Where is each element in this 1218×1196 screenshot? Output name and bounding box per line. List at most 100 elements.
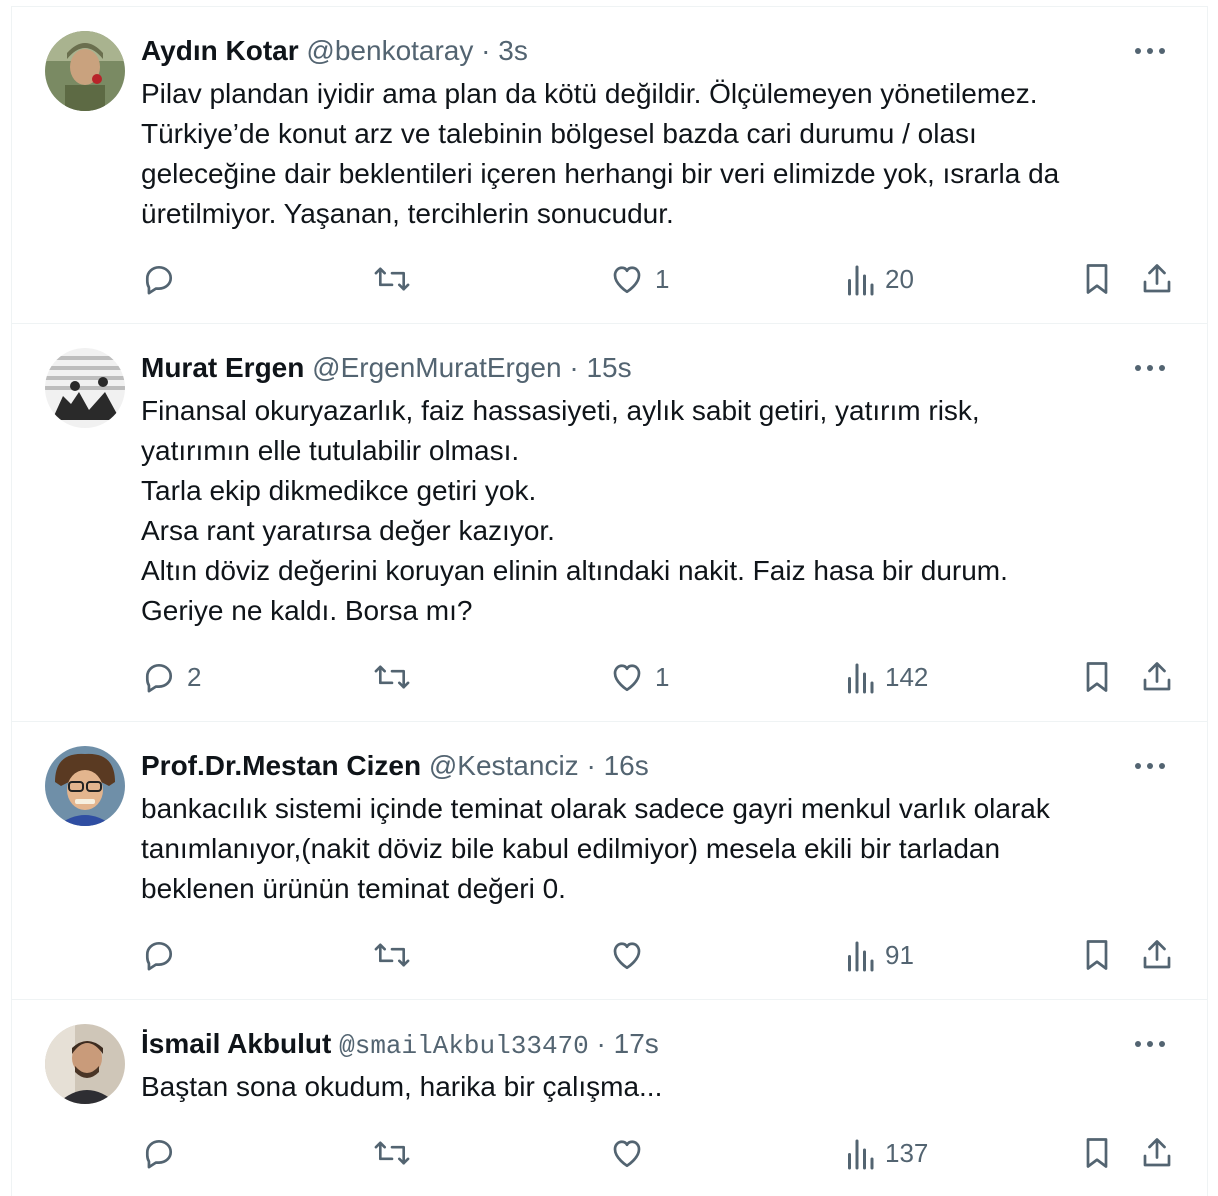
tweet-header: Aydın Kotar @benkotaray · 3s [141,31,528,71]
avatar[interactable] [45,1024,125,1104]
action-bar: 2 1 142 [141,657,1181,697]
tweet-text-line: Arsa rant yaratırsa değer kazıyor. [141,515,555,546]
tweet[interactable]: Murat Ergen @ErgenMuratErgen · 15s Finan… [12,324,1208,722]
reply-icon [145,663,173,693]
author-name[interactable]: Prof.Dr.Mestan Cizen [141,750,421,781]
reply-button[interactable] [141,259,187,299]
tweet-text-line: yatırımın elle tutulabilir olması. [141,435,520,466]
analytics-icon [848,941,874,972]
more-options-icon[interactable] [1132,1034,1168,1054]
reply-count: 2 [187,661,202,692]
tweet-text: Baştan sona okudum, harika bir çalışma..… [141,1067,1171,1107]
bookmark-icon [1086,940,1108,970]
author-handle[interactable]: @Kestanciz [429,750,579,781]
reply-feed: Aydın Kotar @benkotaray · 3s Pilav pland… [11,6,1208,1196]
bookmark-button[interactable] [1079,657,1115,697]
tweet-text-line: Baştan sona okudum, harika bir çalışma..… [141,1071,663,1102]
author-name[interactable]: Aydın Kotar [141,35,299,66]
share-icon [1143,264,1171,293]
timestamp[interactable]: 3s [498,35,528,66]
action-bar: 1 20 [141,259,1181,299]
timestamp[interactable]: 15s [586,352,631,383]
views-button[interactable]: 137 [845,1133,928,1173]
heart-icon [613,942,641,970]
share-icon [1143,1138,1171,1167]
bookmark-button[interactable] [1079,935,1115,975]
tweet-text-line: beklenen ürünün teminat değeri 0. [141,873,566,904]
share-button[interactable] [1139,935,1175,975]
tweet[interactable]: Prof.Dr.Mestan Cizen @Kestanciz · 16s ba… [12,722,1208,1000]
avatar[interactable] [45,746,125,826]
tweet-text-line: bankacılık sistemi içinde teminat olarak… [141,793,1050,824]
share-button[interactable] [1139,259,1175,299]
reply-button[interactable] [141,1133,187,1173]
reply-icon [145,265,173,295]
retweet-button[interactable] [373,1133,421,1173]
share-icon [1143,940,1171,969]
tweet-text-line: Altın döviz değerini koruyan elinin altı… [141,555,1008,586]
bookmark-icon [1086,264,1108,294]
tweet[interactable]: İsmail Akbulut @smailAkbul33470 · 17s Ba… [12,1000,1208,1191]
like-button[interactable]: 1 [609,259,669,299]
timestamp[interactable]: 17s [614,1028,659,1059]
author-handle[interactable]: @benkotaray [306,35,473,66]
like-count: 1 [655,263,670,294]
more-options-icon[interactable] [1132,41,1168,61]
analytics-icon [848,265,874,296]
view-count: 20 [885,263,914,294]
views-button[interactable]: 91 [845,935,914,975]
heart-icon [613,664,641,692]
reply-button[interactable] [141,935,187,975]
reply-icon [145,1139,173,1169]
action-bar: 91 [141,935,1181,975]
retweet-icon [374,665,410,689]
reply-icon [145,941,173,971]
separator-dot: · [481,35,491,66]
share-button[interactable] [1139,657,1175,697]
reply-button[interactable]: 2 [141,657,201,697]
author-handle[interactable]: @ErgenMuratErgen [312,352,561,383]
share-button[interactable] [1139,1133,1175,1173]
tweet-header: Prof.Dr.Mestan Cizen @Kestanciz · 16s [141,746,649,786]
heart-icon [613,266,641,294]
tweet-text: Pilav plandan iyidir ama plan da kötü de… [141,74,1171,234]
separator-dot: · [586,750,596,781]
retweet-button[interactable] [373,657,421,697]
retweet-icon [374,267,410,291]
views-button[interactable]: 20 [845,259,914,299]
tweet-text-line: Pilav plandan iyidir ama plan da kötü de… [141,78,1038,109]
bookmark-button[interactable] [1079,1133,1115,1173]
tweet-text-line: Türkiye’de konut arz ve talebinin bölges… [141,118,977,149]
author-handle[interactable]: @smailAkbul33470 [339,1031,589,1061]
separator-dot: · [569,352,579,383]
more-options-icon[interactable] [1132,358,1168,378]
tweet-text-line: Tarla ekip dikmedikce getiri yok. [141,475,537,506]
views-button[interactable]: 142 [845,657,928,697]
share-icon [1143,662,1171,691]
avatar[interactable] [45,31,125,111]
like-count: 1 [655,661,670,692]
bookmark-icon [1086,1138,1108,1168]
bookmark-icon [1086,662,1108,692]
tweet[interactable]: Aydın Kotar @benkotaray · 3s Pilav pland… [12,7,1208,324]
view-count: 142 [885,661,929,692]
analytics-icon [848,663,874,694]
retweet-icon [374,1141,410,1165]
analytics-icon [848,1139,874,1170]
view-count: 91 [885,939,914,970]
retweet-button[interactable] [373,259,421,299]
author-name[interactable]: İsmail Akbulut [141,1028,331,1059]
more-options-icon[interactable] [1132,756,1168,776]
timestamp[interactable]: 16s [604,750,649,781]
author-name[interactable]: Murat Ergen [141,352,304,383]
tweet-text-line: üretilmiyor. Yaşanan, tercihlerin sonucu… [141,198,674,229]
avatar[interactable] [45,348,125,428]
like-button[interactable]: 1 [609,657,669,697]
retweet-button[interactable] [373,935,421,975]
like-button[interactable] [609,935,655,975]
tweet-header: İsmail Akbulut @smailAkbul33470 · 17s [141,1024,659,1064]
action-bar: 137 [141,1133,1181,1173]
like-button[interactable] [609,1133,655,1173]
tweet-text-line: Geriye ne kaldı. Borsa mı? [141,595,473,626]
bookmark-button[interactable] [1079,259,1115,299]
